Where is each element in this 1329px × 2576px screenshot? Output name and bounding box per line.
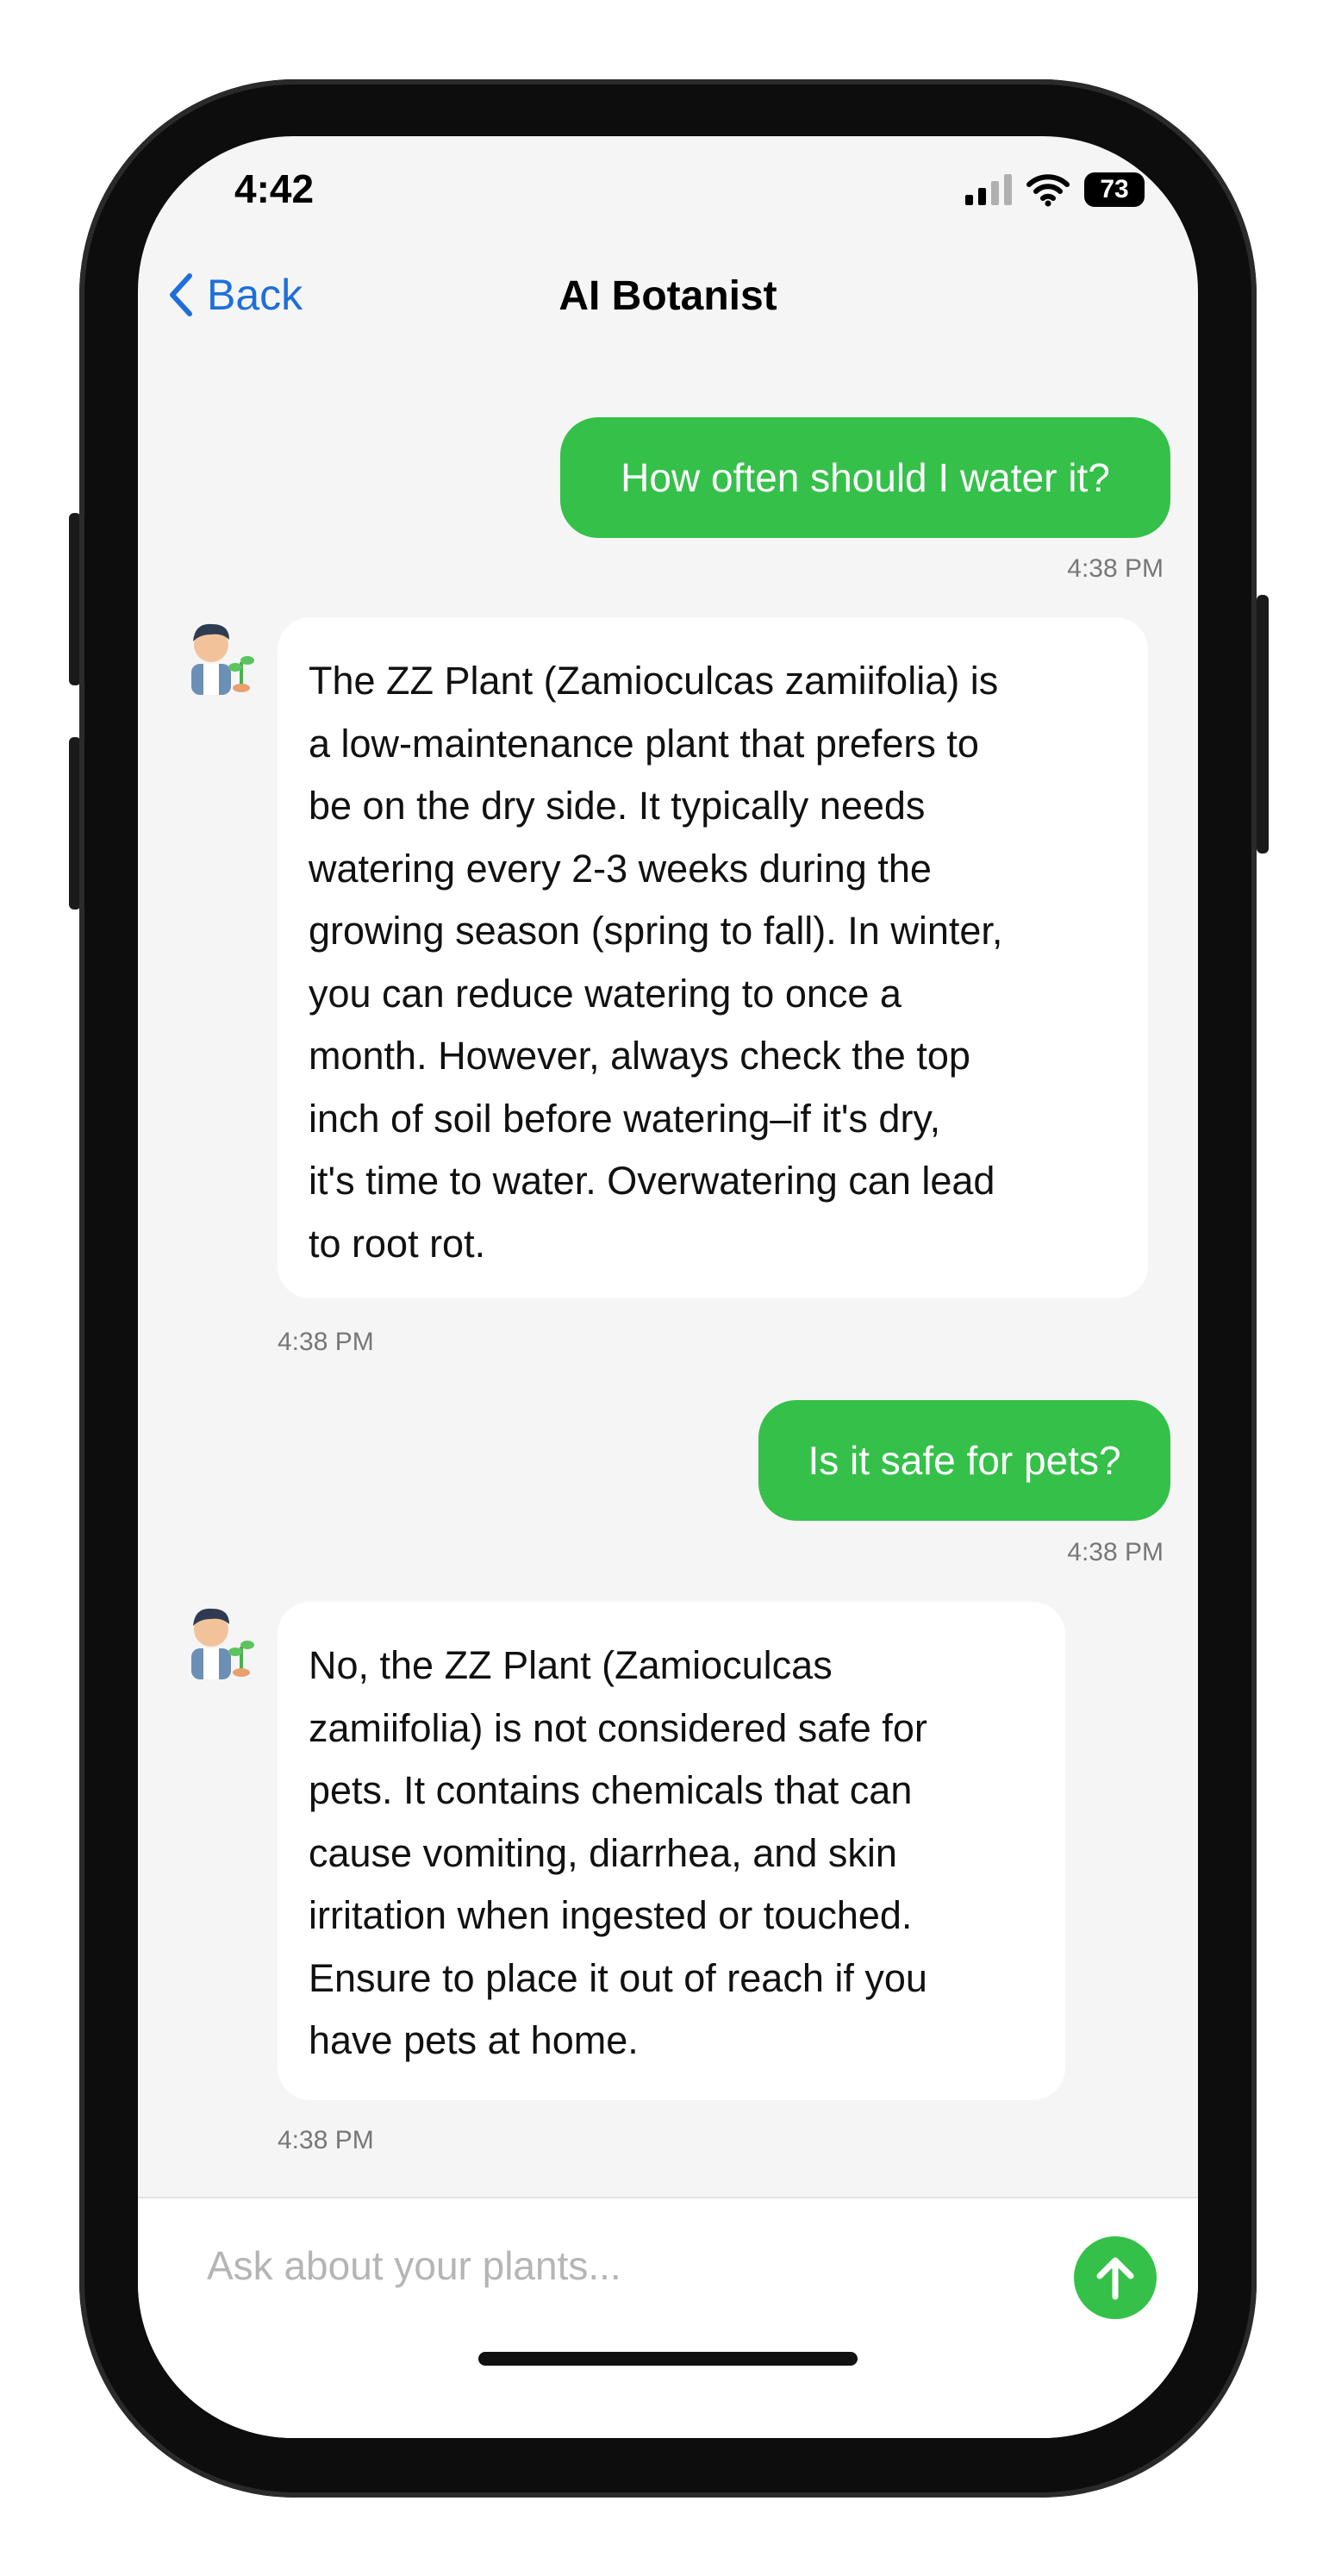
- message-line: you can reduce watering to once a: [309, 971, 902, 1016]
- back-button[interactable]: Back: [165, 270, 303, 320]
- battery-icon: 73: [1084, 172, 1145, 207]
- user-message: How often should I water it?: [560, 417, 1170, 538]
- back-label: Back: [207, 271, 303, 319]
- message-line: watering every 2-3 weeks during the: [309, 846, 932, 891]
- wifi-icon: [1026, 174, 1070, 207]
- assistant-message: The ZZ Plant (Zamioculcas zamiifolia) is…: [278, 617, 1148, 1298]
- user-message: Is it safe for pets?: [758, 1400, 1170, 1521]
- message-line: month. However, always check the top: [309, 1034, 970, 1078]
- status-time: 4:42: [234, 166, 315, 211]
- message-input[interactable]: [205, 2241, 984, 2290]
- message-line: cause vomiting, diarrhea, and skin: [309, 1830, 897, 1875]
- botanist-avatar-icon: [191, 623, 254, 695]
- assistant-message: No, the ZZ Plant (Zamioculcas zamiifolia…: [278, 1602, 1065, 2100]
- message-line: a low-maintenance plant that prefers to: [309, 721, 979, 766]
- message-text: How often should I water it?: [621, 455, 1110, 500]
- message-text: Is it safe for pets?: [808, 1438, 1121, 1483]
- message-line: inch of soil before watering–if it's dry…: [309, 1096, 941, 1141]
- message-line: No, the ZZ Plant (Zamioculcas: [309, 1643, 833, 1687]
- power-button: [1257, 595, 1269, 853]
- send-button[interactable]: [1074, 2236, 1157, 2319]
- app-screen: 4:42 73 AI Botanist Back How often shoul…: [138, 136, 1198, 2438]
- chevron-left-icon: [170, 273, 192, 316]
- botanist-avatar-icon: [191, 1608, 254, 1679]
- message-line: to root rot.: [309, 1221, 486, 1266]
- arrow-up-icon: [1096, 2257, 1134, 2300]
- status-icons: 73: [965, 171, 1145, 209]
- device-stage: 4:42 73 AI Botanist Back How often shoul…: [0, 0, 1329, 2576]
- message-line: it's time to water. Overwatering can lea…: [309, 1159, 995, 1203]
- composer-bar: [138, 2197, 1198, 2438]
- message-line: be on the dry side. It typically needs: [309, 784, 926, 828]
- message-timestamp: 4:38 PM: [278, 1328, 374, 1356]
- message-timestamp: 4:38 PM: [1067, 1538, 1164, 1566]
- message-line: Ensure to place it out of reach if you: [309, 1955, 927, 2000]
- message-timestamp: 4:38 PM: [1067, 554, 1164, 583]
- message-line: irritation when ingested or touched.: [309, 1893, 913, 1937]
- message-line: pets. It contains chemicals that can: [309, 1768, 913, 1812]
- cellular-signal-icon: [965, 174, 1012, 205]
- message-timestamp: 4:38 PM: [278, 2126, 374, 2154]
- message-line: have pets at home.: [309, 2018, 639, 2062]
- message-line: zamiifolia) is not considered safe for: [309, 1705, 927, 1750]
- home-indicator: [478, 2352, 858, 2366]
- message-line: growing season (spring to fall). In wint…: [309, 909, 1003, 953]
- message-line: The ZZ Plant (Zamioculcas zamiifolia) is: [309, 659, 999, 703]
